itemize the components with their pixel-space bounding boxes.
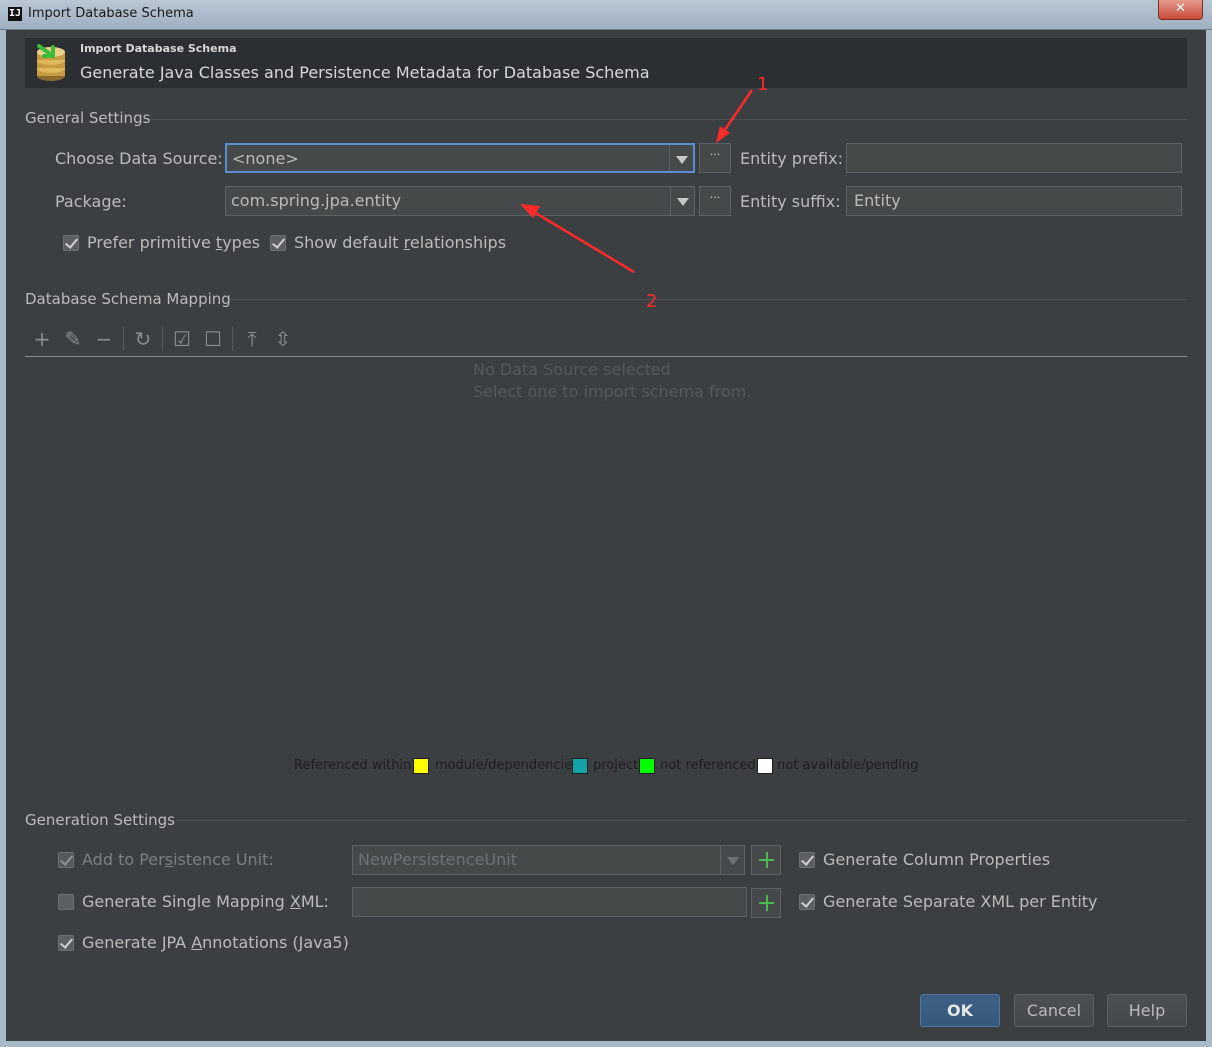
add-to-persistence-unit-label[interactable]: Add to Persistence Unit: — [82, 850, 274, 869]
label-part: Generate JPA — [82, 933, 192, 952]
header-subtitle: Generate Java Classes and Persistence Me… — [80, 63, 650, 82]
add-to-persistence-unit-checkbox[interactable] — [58, 852, 74, 868]
section-divider — [176, 820, 1187, 821]
empty-state-title: No Data Source selected — [473, 360, 671, 379]
legend-item: project — [593, 758, 639, 773]
add-mapping-xml-button[interactable] — [751, 888, 781, 918]
package-combo[interactable]: com.spring.jpa.entity — [225, 186, 695, 216]
edit-icon[interactable]: ✎ — [60, 327, 86, 353]
section-divider — [230, 299, 1187, 300]
chevron-down-icon[interactable] — [669, 145, 693, 171]
remove-icon[interactable]: − — [91, 327, 117, 353]
prefer-primitive-checkbox[interactable] — [63, 235, 79, 251]
toolbar-separator — [123, 327, 124, 351]
single-mapping-xml-checkbox[interactable] — [58, 894, 74, 910]
jpa-annotations-checkbox[interactable] — [58, 935, 74, 951]
prefer-primitive-label[interactable]: Prefer primitive types — [87, 233, 260, 252]
separate-xml-checkbox[interactable] — [799, 894, 815, 910]
legend-prefix: Referenced within: — [294, 758, 416, 773]
entity-suffix-label: Entity suffix: — [740, 192, 841, 211]
data-source-label: Choose Data Source: — [55, 149, 223, 168]
generation-settings-title: Generation Settings — [25, 811, 175, 829]
column-properties-checkbox[interactable] — [799, 852, 815, 868]
section-divider — [150, 119, 1187, 120]
legend-swatch-white — [757, 758, 773, 774]
single-mapping-xml-label[interactable]: Generate Single Mapping XML: — [82, 892, 329, 911]
mnemonic: A — [191, 933, 203, 952]
label-part: ypes — [222, 233, 260, 252]
refresh-icon[interactable]: ↻ — [130, 327, 156, 353]
label-part: ML: — [300, 892, 329, 911]
mnemonic: X — [289, 892, 301, 911]
package-browse-button[interactable]: ··· — [699, 186, 731, 216]
separate-xml-label[interactable]: Generate Separate XML per Entity — [823, 892, 1098, 911]
label-part: nnotations (Java5) — [202, 933, 349, 952]
label-part: istence Unit: — [173, 850, 274, 869]
help-button[interactable]: Help — [1107, 994, 1187, 1027]
close-button[interactable]: ✕ — [1158, 0, 1203, 20]
annotation-label-2: 2 — [646, 291, 658, 312]
header-small-title: Import Database Schema — [80, 42, 237, 55]
label-part: Add to Per — [82, 850, 165, 869]
data-source-browse-button[interactable]: ··· — [699, 143, 731, 173]
label-part: elationships — [409, 233, 507, 252]
cancel-button[interactable]: Cancel — [1014, 994, 1094, 1027]
toolbar-separator — [232, 327, 233, 351]
legend-swatch-teal — [572, 758, 588, 774]
mapping-title: Database Schema Mapping — [25, 290, 231, 308]
legend-item: not available/pending — [777, 758, 919, 773]
collapse-all-icon[interactable]: ⇳ — [270, 327, 296, 353]
ok-button[interactable]: OK — [920, 994, 1000, 1027]
single-mapping-xml-field[interactable] — [352, 887, 747, 917]
annotation-label-1: 1 — [757, 74, 769, 95]
chevron-down-icon[interactable] — [670, 187, 694, 215]
chevron-down-icon[interactable] — [720, 846, 744, 874]
legend-swatch-green — [639, 758, 655, 774]
toolbar-divider — [25, 356, 1187, 357]
empty-state-hint: Select one to import schema from. — [473, 382, 752, 401]
database-import-icon — [37, 44, 65, 81]
dialog-header: Import Database Schema Generate Java Cla… — [25, 38, 1187, 88]
legend-item: module/dependencies — [435, 758, 579, 773]
jpa-annotations-label[interactable]: Generate JPA Annotations (Java5) — [82, 933, 349, 952]
general-settings-title: General Settings — [25, 109, 151, 127]
persistence-unit-value: NewPersistenceUnit — [358, 850, 517, 869]
data-source-value: <none> — [232, 149, 299, 168]
show-default-relationships-checkbox[interactable] — [270, 235, 286, 251]
add-persistence-unit-button[interactable] — [751, 845, 781, 875]
package-label: Package: — [55, 192, 127, 211]
title-bar: IJ Import Database Schema ✕ — [0, 0, 1212, 30]
expand-all-icon[interactable]: ⤒ — [239, 327, 265, 353]
column-properties-label[interactable]: Generate Column Properties — [823, 850, 1050, 869]
label-part: Generate Single Mapping — [82, 892, 290, 911]
check-all-icon[interactable]: ☑ — [169, 327, 195, 353]
entity-suffix-field[interactable]: Entity — [846, 186, 1182, 216]
add-icon[interactable]: + — [29, 327, 55, 353]
legend: Referenced within: module/dependencies p… — [294, 758, 918, 776]
legend-item: not referenced — [660, 758, 756, 773]
uncheck-all-icon[interactable]: ☐ — [200, 327, 226, 353]
package-value: com.spring.jpa.entity — [231, 191, 402, 210]
label-part: Show default — [294, 233, 404, 252]
window-title: Import Database Schema — [28, 6, 194, 21]
toolbar-separator — [162, 327, 163, 351]
mnemonic: s — [164, 850, 174, 869]
data-source-combo[interactable]: <none> — [225, 143, 695, 173]
entity-prefix-field[interactable] — [846, 143, 1182, 173]
intellij-icon: IJ — [8, 7, 22, 21]
show-default-relationships-label[interactable]: Show default relationships — [294, 233, 506, 252]
persistence-unit-combo[interactable]: NewPersistenceUnit — [352, 845, 745, 875]
label-part: Prefer primitive — [87, 233, 216, 252]
entity-suffix-value: Entity — [854, 191, 901, 210]
entity-prefix-label: Entity prefix: — [740, 149, 843, 168]
legend-swatch-yellow — [413, 758, 429, 774]
